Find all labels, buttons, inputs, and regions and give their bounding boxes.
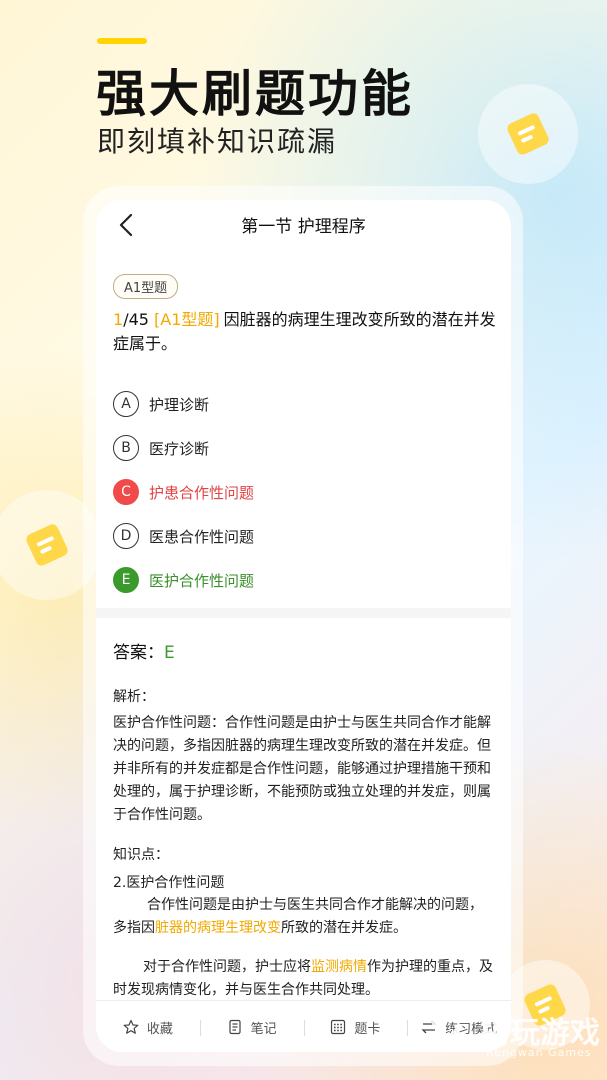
question-number-current: 1 (113, 310, 124, 329)
favorite-button[interactable]: 收藏 (96, 1018, 200, 1037)
options-list: A 护理诊断 B 医疗诊断 C 护患合作性问题 D 医患合作性问题 E 医护合作… (113, 382, 493, 602)
question-number-total: /45 (123, 310, 149, 329)
question-type-badge: A1型题 (113, 274, 179, 299)
option-a[interactable]: A 护理诊断 (113, 382, 493, 426)
app-screen: 第一节 护理程序 A1型题 1/45 [A1型题] 因脏器的病理生理改变所致的潜在… (96, 200, 511, 1052)
promo-subheadline: 即刻填补知识疏漏 (97, 125, 338, 158)
knowledge-p2-highlight: 监测病情 (311, 959, 367, 975)
knowledge-paragraph-2: 对于合作性问题，护士应将监测病情作为护理的重点，及时发现病情变化，并与医生合作共… (113, 956, 493, 1002)
knowledge-label: 知识点： (113, 847, 169, 863)
knowledge-p1-text-end: 所致的潜在并发症。 (281, 920, 407, 936)
option-e-correct[interactable]: E 医护合作性问题 (113, 558, 493, 602)
option-text: 医疗诊断 (149, 439, 210, 458)
note-icon (229, 1019, 241, 1035)
option-letter: A (113, 391, 139, 417)
promo-headline: 强大刷题功能 (96, 65, 414, 123)
option-text: 医患合作性问题 (149, 527, 255, 546)
knowledge-p2-text: 对于合作性问题，护士应将 (143, 959, 311, 975)
option-b[interactable]: B 医疗诊断 (113, 426, 493, 470)
option-text: 护患合作性问题 (149, 483, 255, 502)
option-letter: D (113, 523, 139, 549)
notes-button[interactable]: 笔记 (199, 1018, 304, 1037)
knowledge-p1-highlight: 脏器的病理生理改变 (155, 920, 281, 936)
note-icon (505, 111, 551, 157)
favorite-label: 收藏 (146, 1021, 173, 1037)
question-type-inline: [A1型题] (154, 310, 220, 329)
star-icon (123, 1019, 139, 1034)
answer-line: 答案：E (113, 638, 175, 663)
answer-card-button[interactable]: 题卡 (303, 1018, 408, 1037)
knowledge-paragraph-1: 合作性问题是由护士与医生共同合作才能解决的问题，多指因脏器的病理生理改变所致的潜… (113, 894, 493, 940)
answer-label: 答案： (113, 643, 164, 663)
analysis-label: 解析： (113, 689, 155, 705)
analysis-text: 医护合作性问题：合作性问题是由护士与医生共同合作才能解决的问题，多指因脏器的病理… (113, 715, 491, 823)
option-text: 医护合作性问题 (149, 571, 255, 590)
knowledge-title: 2.医护合作性问题 (113, 875, 225, 891)
page-title: 第一节 护理程序 (241, 217, 366, 237)
option-letter: E (113, 567, 139, 593)
notes-label: 笔记 (250, 1021, 277, 1037)
answer-value: E (164, 643, 175, 663)
option-d[interactable]: D 医患合作性问题 (113, 514, 493, 558)
answer-card-label: 题卡 (354, 1021, 381, 1037)
option-c-selected-wrong[interactable]: C 护患合作性问题 (113, 470, 493, 514)
watermark-logo-icon (432, 1020, 464, 1050)
grid-icon (331, 1019, 346, 1035)
note-icon (24, 522, 70, 568)
option-letter: B (113, 435, 139, 461)
headline-accent-bar (97, 38, 147, 44)
question-stem: 1/45 [A1型题] 因脏器的病理生理改变所致的潜在并发症属于。 (113, 308, 498, 356)
decorative-note-bubble-top (478, 84, 578, 184)
option-text: 护理诊断 (149, 395, 210, 414)
option-letter: C (113, 479, 139, 505)
watermark-subtitle: Rengwan Games (486, 1046, 592, 1059)
section-divider (96, 608, 511, 618)
nav-bar: 第一节 护理程序 (96, 200, 511, 250)
